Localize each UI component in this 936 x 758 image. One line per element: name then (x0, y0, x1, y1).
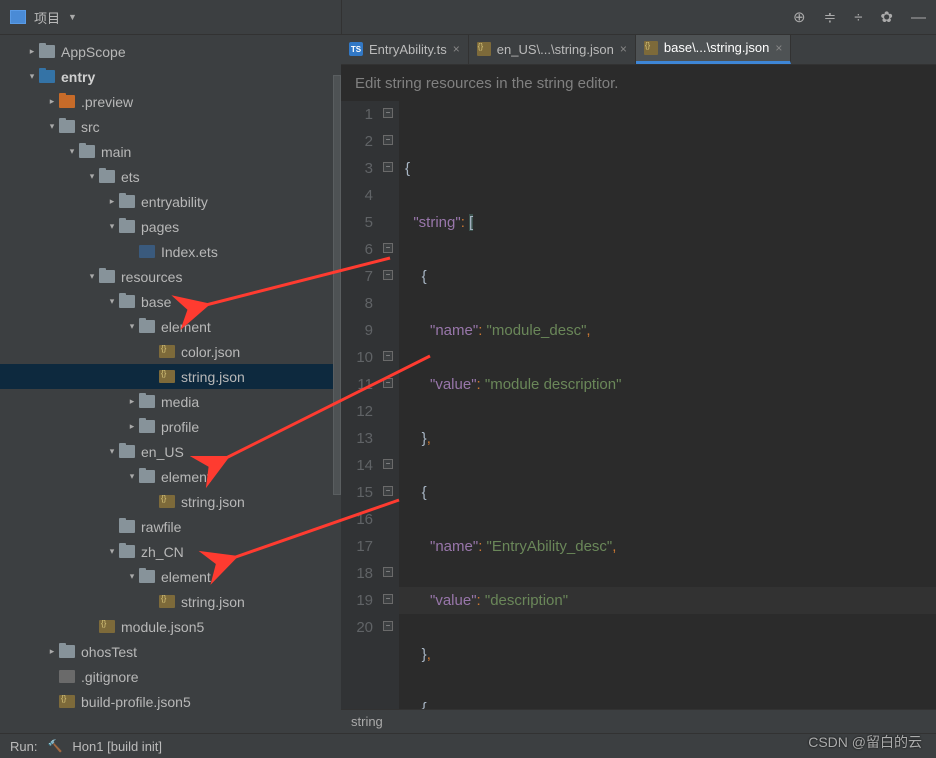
json-icon (477, 42, 491, 56)
expand-icon[interactable]: ÷ (854, 9, 862, 26)
target-icon[interactable]: ⊕ (793, 8, 806, 26)
tree-item[interactable]: ▸AppScope (0, 39, 341, 64)
typescript-icon: TS (349, 42, 363, 56)
breadcrumb[interactable]: string (341, 709, 936, 733)
close-icon[interactable]: × (620, 42, 627, 56)
chevron-down-icon[interactable]: ▼ (68, 12, 77, 22)
code-editor[interactable]: { "string": [ { "name": "module_desc", "… (399, 101, 936, 709)
editor-hint: Edit string resources in the string edit… (341, 65, 936, 101)
run-label: Run: (10, 739, 37, 754)
task-label[interactable]: Hon1 [build init] (72, 739, 162, 754)
fold-gutter[interactable]: −−−−−−−−−−−− (381, 101, 399, 709)
tab-label: EntryAbility.ts (369, 42, 447, 57)
gear-icon[interactable]: ✿ (880, 8, 893, 26)
sidebar-scrollbar[interactable] (333, 75, 341, 495)
tree-item[interactable]: ▸media (0, 389, 341, 414)
tree-item[interactable]: ▾element (0, 314, 341, 339)
editor-tab[interactable]: base\...\string.json × (636, 35, 792, 64)
top-toolbar: 项目 ▼ ⊕ ≑ ÷ ✿ — (0, 0, 936, 35)
tree-item[interactable]: ▾src (0, 114, 341, 139)
tree-item[interactable]: ·module.json5 (0, 614, 341, 639)
tree-item[interactable]: ·color.json (0, 339, 341, 364)
tree-item[interactable]: ▾en_US (0, 439, 341, 464)
tab-label: base\...\string.json (664, 40, 770, 55)
tree-item[interactable]: ·build-profile.json5 (0, 689, 341, 714)
tab-label: en_US\...\string.json (497, 42, 614, 57)
project-pane-icon (10, 10, 26, 24)
editor-tab[interactable]: TS EntryAbility.ts × (341, 35, 469, 64)
tree-item[interactable]: ▸.preview (0, 89, 341, 114)
tree-item[interactable]: ▾resources (0, 264, 341, 289)
tree-item[interactable]: ·Index.ets (0, 239, 341, 264)
tree-item[interactable]: ·rawfile (0, 514, 341, 539)
tree-item[interactable]: ·string.json (0, 364, 341, 389)
hammer-icon[interactable]: 🔨 (47, 739, 62, 753)
project-label[interactable]: 项目 (34, 8, 60, 27)
tree-item[interactable]: ▾zh_CN (0, 539, 341, 564)
watermark: CSDN @留白的云 (808, 732, 922, 752)
status-bar: Run: 🔨 Hon1 [build init] (0, 733, 936, 758)
tree-item[interactable]: ·string.json (0, 589, 341, 614)
tree-item[interactable]: ▾pages (0, 214, 341, 239)
tree-item[interactable]: ·.gitignore (0, 664, 341, 689)
tree-item[interactable]: ▸ohosTest (0, 639, 341, 664)
tree-item[interactable]: ▾entry (0, 64, 341, 89)
json-icon (644, 41, 658, 55)
close-icon[interactable]: × (453, 42, 460, 56)
close-icon[interactable]: × (775, 41, 782, 55)
tree-item[interactable]: ▸profile (0, 414, 341, 439)
collapse-icon[interactable]: ≑ (824, 8, 837, 26)
line-gutter: 1234567891011121314151617181920 (341, 101, 381, 709)
tree-item[interactable]: ▾base (0, 289, 341, 314)
minimize-icon[interactable]: — (911, 9, 926, 26)
tree-item[interactable]: ▾main (0, 139, 341, 164)
tree-item[interactable]: ▾element (0, 464, 341, 489)
tree-item[interactable]: ·string.json (0, 489, 341, 514)
project-tree-pane: ▸AppScope▾entry▸.preview▾src▾main▾ets▸en… (0, 35, 341, 733)
tree-item[interactable]: ▾element (0, 564, 341, 589)
editor-tabs: TS EntryAbility.ts × en_US\...\string.json ×… (341, 35, 936, 65)
tree-item[interactable]: ▸entryability (0, 189, 341, 214)
tree-item[interactable]: ▾ets (0, 164, 341, 189)
editor-tab[interactable]: en_US\...\string.json × (469, 35, 636, 64)
